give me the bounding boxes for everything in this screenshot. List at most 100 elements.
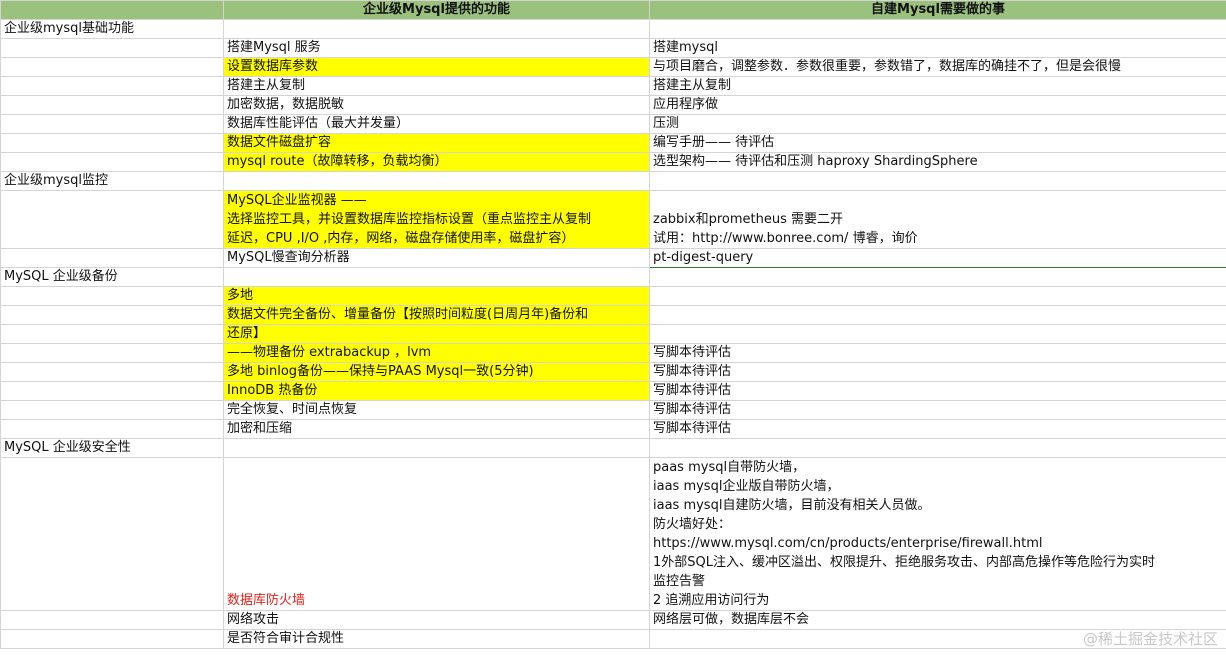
- cell-line: paas mysql自带防火墙，: [653, 460, 806, 475]
- category-cell[interactable]: [0, 400, 224, 420]
- todo-cell[interactable]: 写脚本待评估: [649, 362, 1226, 382]
- feature-cell[interactable]: 数据文件磁盘扩容: [223, 133, 650, 153]
- cell-line: 延迟，CPU ,I/O ,内存，网络，磁盘存储使用率，磁盘扩容）: [227, 231, 575, 246]
- feature-cell[interactable]: mysql route（故障转移，负载均衡）: [223, 152, 650, 172]
- section-title-cell[interactable]: 企业级mysql基础功能: [0, 19, 224, 39]
- category-cell[interactable]: [0, 362, 224, 382]
- category-cell[interactable]: [0, 286, 224, 306]
- table-row: 搭建主从复制 搭建主从复制: [0, 76, 1226, 96]
- todo-cell[interactable]: [649, 305, 1226, 325]
- slow-query-row: MySQL慢查询分析器 pt-digest-query: [0, 248, 1226, 268]
- firewall-todo-cell[interactable]: paas mysql自带防火墙， iaas mysql企业版自带防火墙， iaas …: [649, 457, 1226, 611]
- category-cell[interactable]: [0, 457, 224, 611]
- section-row: MySQL 企业级安全性: [0, 438, 1226, 458]
- feature-cell[interactable]: 加密数据，数据脱敏: [223, 95, 650, 115]
- todo-cell[interactable]: [649, 324, 1226, 344]
- todo-cell[interactable]: 选型架构—— 待评估和压测 haproxy ShardingSphere: [649, 152, 1226, 172]
- feature-cell[interactable]: [223, 267, 650, 287]
- category-cell[interactable]: [0, 324, 224, 344]
- cell-line: https://www.mysql.com/cn/products/enterp…: [653, 536, 1043, 551]
- cell-line: MySQL企业监视器 ——: [227, 193, 367, 208]
- feature-cell[interactable]: ——物理备份 extrabackup ，lvm: [223, 343, 650, 363]
- category-cell[interactable]: [0, 152, 224, 172]
- feature-cell[interactable]: MySQL慢查询分析器: [223, 248, 650, 268]
- table-row: 完全恢复、时间点恢复 写脚本待评估: [0, 400, 1226, 420]
- feature-cell[interactable]: 搭建主从复制: [223, 76, 650, 96]
- header-cell-empty[interactable]: [0, 0, 224, 20]
- firewall-feature-cell[interactable]: 数据库防火墙: [223, 457, 650, 611]
- feature-cell[interactable]: 多地: [223, 286, 650, 306]
- todo-cell[interactable]: 写脚本待评估: [649, 400, 1226, 420]
- todo-cell[interactable]: 写脚本待评估: [649, 419, 1226, 439]
- category-cell[interactable]: [0, 76, 224, 96]
- todo-cell[interactable]: [649, 19, 1226, 39]
- cell-line: iaas mysql自建防火墙，目前没有相关人员做。: [653, 498, 931, 513]
- feature-cell[interactable]: 是否符合审计合规性: [223, 629, 650, 649]
- cell-line: 2 追溯应用访问行为: [653, 593, 770, 608]
- section-title-cell[interactable]: 企业级mysql监控: [0, 171, 224, 191]
- section-row: 企业级mysql基础功能: [0, 19, 1226, 39]
- monitor-feature-cell[interactable]: MySQL企业监视器 —— 选择监控工具，并设置数据库监控指标设置（重点监控主从复…: [223, 190, 650, 249]
- section-title-cell[interactable]: MySQL 企业级安全性: [0, 438, 224, 458]
- table-row: 网络攻击 网络层可做，数据库层不会: [0, 610, 1226, 630]
- feature-cell[interactable]: 还原】: [223, 324, 650, 344]
- category-cell[interactable]: [0, 57, 224, 77]
- todo-cell[interactable]: [649, 286, 1226, 306]
- todo-cell[interactable]: 编写手册—— 待评估: [649, 133, 1226, 153]
- table-row: 加密数据，数据脱敏 应用程序做: [0, 95, 1226, 115]
- feature-cell[interactable]: 数据库性能评估（最大并发量）: [223, 114, 650, 134]
- category-cell[interactable]: [0, 114, 224, 134]
- feature-cell[interactable]: 设置数据库参数: [223, 57, 650, 77]
- category-cell[interactable]: [0, 248, 224, 268]
- monitor-todo-cell[interactable]: zabbix和prometheus 需要二开 试用：http://www.bonr…: [649, 190, 1226, 249]
- cell-line: 防火墙好处：: [653, 517, 732, 532]
- todo-cell[interactable]: [649, 438, 1226, 458]
- category-cell[interactable]: [0, 133, 224, 153]
- category-cell[interactable]: [0, 381, 224, 401]
- feature-cell[interactable]: [223, 171, 650, 191]
- feature-cell[interactable]: 多地 binlog备份——保持与PAAS Mysql一致(5分钟): [223, 362, 650, 382]
- category-cell[interactable]: [0, 95, 224, 115]
- category-cell[interactable]: [0, 305, 224, 325]
- monitor-row: MySQL企业监视器 —— 选择监控工具，并设置数据库监控指标设置（重点监控主从复…: [0, 190, 1226, 249]
- feature-cell[interactable]: InnoDB 热备份: [223, 381, 650, 401]
- feature-cell[interactable]: [223, 19, 650, 39]
- cell-line: iaas mysql企业版自带防火墙，: [653, 479, 840, 494]
- feature-cell[interactable]: 网络攻击: [223, 610, 650, 630]
- todo-cell[interactable]: [649, 171, 1226, 191]
- cell-line: 试用：http://www.bonree.com/ 博睿，询价: [653, 231, 918, 246]
- table-row: 加密和压缩 写脚本待评估: [0, 419, 1226, 439]
- table-row: 数据文件完全备份、增量备份【按照时间粒度(日周月年)备份和: [0, 305, 1226, 325]
- table-row: 多地 binlog备份——保持与PAAS Mysql一致(5分钟) 写脚本待评估: [0, 362, 1226, 382]
- header-cell-features[interactable]: 企业级Mysql提供的功能: [223, 0, 650, 20]
- feature-cell[interactable]: 搭建Mysql 服务: [223, 38, 650, 58]
- feature-cell[interactable]: 数据文件完全备份、增量备份【按照时间粒度(日周月年)备份和: [223, 305, 650, 325]
- todo-cell[interactable]: pt-digest-query: [649, 248, 1226, 268]
- category-cell[interactable]: [0, 419, 224, 439]
- todo-cell[interactable]: 应用程序做: [649, 95, 1226, 115]
- section-row: MySQL 企业级备份: [0, 267, 1226, 287]
- todo-cell[interactable]: 压测: [649, 114, 1226, 134]
- category-cell[interactable]: [0, 190, 224, 249]
- category-cell[interactable]: [0, 629, 224, 649]
- section-title-cell[interactable]: MySQL 企业级备份: [0, 267, 224, 287]
- table-row: 搭建Mysql 服务 搭建mysql: [0, 38, 1226, 58]
- todo-cell[interactable]: [649, 267, 1226, 287]
- todo-cell[interactable]: 搭建mysql: [649, 38, 1226, 58]
- todo-cell[interactable]: 搭建主从复制: [649, 76, 1226, 96]
- todo-cell[interactable]: 写脚本待评估: [649, 343, 1226, 363]
- feature-cell[interactable]: [223, 438, 650, 458]
- category-cell[interactable]: [0, 610, 224, 630]
- todo-cell[interactable]: 网络层可做，数据库层不会: [649, 610, 1226, 630]
- table-row: mysql route（故障转移，负载均衡） 选型架构—— 待评估和压测 hapr…: [0, 152, 1226, 172]
- todo-cell[interactable]: 写脚本待评估: [649, 381, 1226, 401]
- category-cell[interactable]: [0, 38, 224, 58]
- table-row: 数据库性能评估（最大并发量） 压测: [0, 114, 1226, 134]
- todo-cell[interactable]: 与项目磨合，调整参数．参数很重要，参数错了，数据库的确挂不了，但是会很慢: [649, 57, 1226, 77]
- table-row: InnoDB 热备份 写脚本待评估: [0, 381, 1226, 401]
- feature-cell[interactable]: 完全恢复、时间点恢复: [223, 400, 650, 420]
- feature-cell[interactable]: 加密和压缩: [223, 419, 650, 439]
- category-cell[interactable]: [0, 343, 224, 363]
- header-cell-self-built[interactable]: 自建Mysql需要做的事: [649, 0, 1226, 20]
- header-row: 企业级Mysql提供的功能 自建Mysql需要做的事: [0, 0, 1226, 20]
